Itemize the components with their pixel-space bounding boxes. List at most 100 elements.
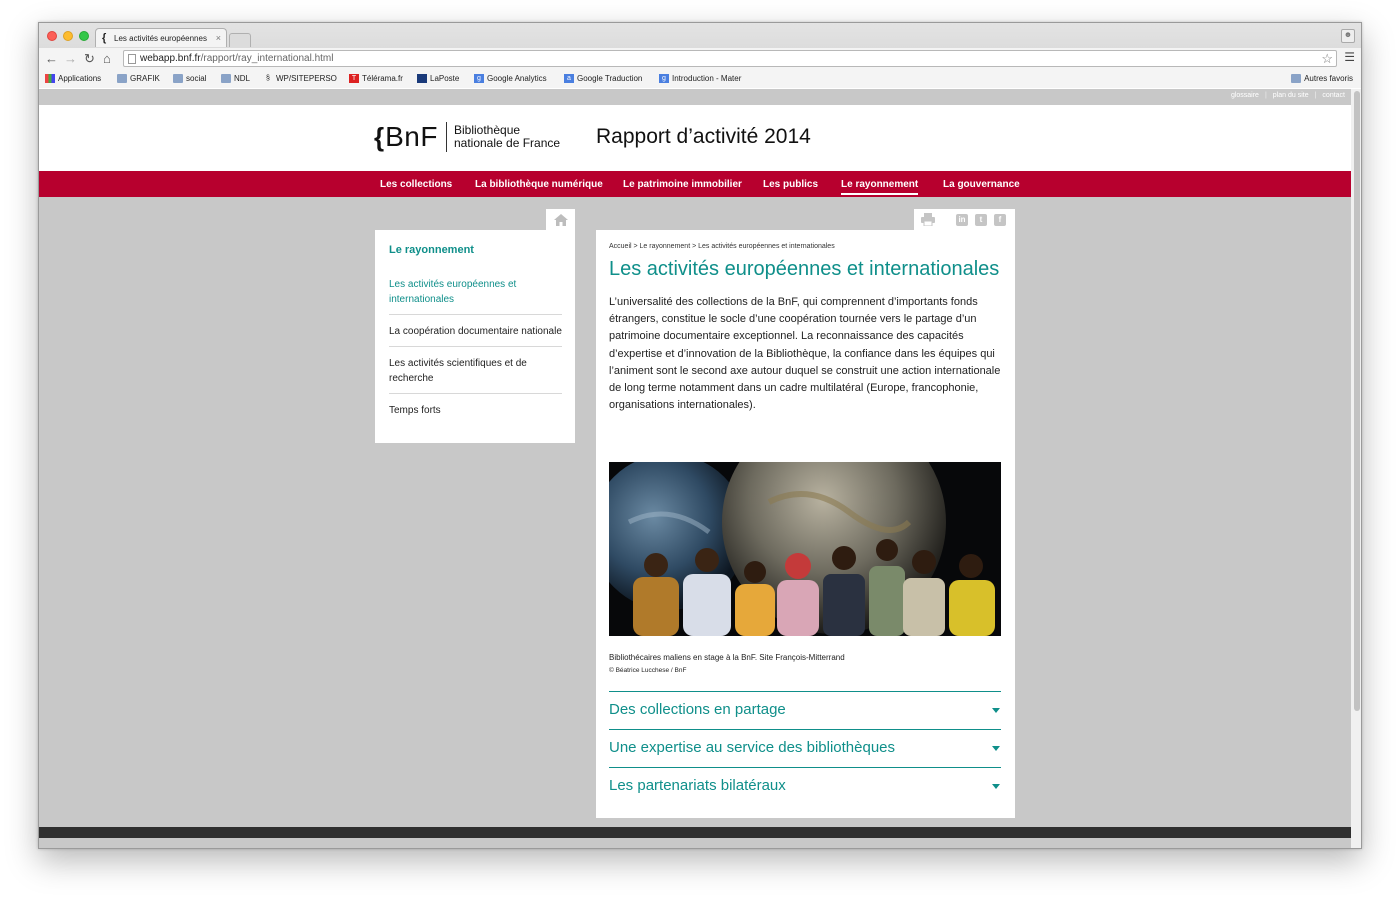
apps-grid-icon xyxy=(45,74,55,83)
nav-gouvernance[interactable]: La gouvernance xyxy=(943,179,1020,190)
bookmark-introduction[interactable]: g Introduction - Mater xyxy=(659,74,751,83)
bookmark-google-traduction[interactable]: a Google Traduction xyxy=(564,74,642,83)
contact-link[interactable]: contact xyxy=(1322,92,1345,99)
glossary-link[interactable]: glossaire xyxy=(1231,92,1259,99)
photo-credit: © Béatrice Lucchese / BnF xyxy=(609,667,687,674)
bookmark-label: LaPoste xyxy=(430,74,460,83)
section-sidebar: Le rayonnement Les activités européennes… xyxy=(375,230,575,443)
scrollbar-thumb[interactable] xyxy=(1354,91,1360,711)
bookmark-star-icon[interactable]: ☆ xyxy=(1321,51,1333,67)
logo-brace: { xyxy=(374,121,385,152)
bookmark-google-analytics[interactable]: g Google Analytics xyxy=(474,74,547,83)
maximize-window-button[interactable] xyxy=(79,31,89,41)
facebook-icon[interactable]: f xyxy=(994,214,1006,226)
accordion-label-collections: Des collections en partage xyxy=(609,701,786,718)
page-scrollbar[interactable] xyxy=(1351,89,1361,848)
sidebar-title[interactable]: Le rayonnement xyxy=(389,230,562,268)
main-content: Accueil > Le rayonnement > Les activités… xyxy=(596,230,1015,818)
bookmark-label: Google Traduction xyxy=(577,74,643,83)
logo-name-line2: nationale de France xyxy=(453,136,561,150)
home-button-icon[interactable]: ⌂ xyxy=(103,51,111,66)
nav-publics[interactable]: Les publics xyxy=(763,179,818,190)
sidebar-item-activites-scientifiques[interactable]: Les activités scientifiques et de recher… xyxy=(389,347,562,394)
bnf-favicon-icon: { xyxy=(102,32,107,44)
translate-icon: a xyxy=(564,74,574,83)
web-page: glossaire | plan du site | contact { BnF… xyxy=(39,89,1351,848)
accordion-item[interactable]: Des collections en partage xyxy=(609,691,1001,729)
bookmark-label: Autres favoris xyxy=(1304,74,1353,83)
new-tab-button[interactable] xyxy=(229,33,251,47)
bookmark-social[interactable]: social xyxy=(173,74,206,83)
folder-icon xyxy=(1291,74,1302,83)
nav-patrimoine-immobilier[interactable]: Le patrimoine immobilier xyxy=(623,179,742,190)
sitemap-link[interactable]: plan du site xyxy=(1273,92,1309,99)
page-title: Les activités européennes et internation… xyxy=(609,258,1000,280)
sidebar-item-temps-forts[interactable]: Temps forts xyxy=(389,394,562,425)
nav-bibliotheque-numerique[interactable]: La bibliothèque numérique xyxy=(475,179,603,190)
accordion-item[interactable]: Les partenariats bilatéraux xyxy=(609,767,1001,805)
print-icon[interactable] xyxy=(921,213,935,226)
linkedin-icon[interactable]: in xyxy=(956,214,968,226)
group-photo xyxy=(609,462,1001,636)
separator: | xyxy=(1314,92,1317,99)
bookmark-label: Applications xyxy=(58,74,102,83)
bnf-logo[interactable]: { BnF Bibliothèque nationale de France xyxy=(374,121,560,153)
browser-chrome: { Les activités européennes × ☻ ← → ↻ ⌂ … xyxy=(39,23,1361,88)
bookmark-applications[interactable]: Applications xyxy=(45,74,101,83)
page-icon xyxy=(128,54,136,64)
forward-arrow-icon[interactable]: → xyxy=(64,51,77,66)
photo-caption: Bibliothécaires maliens en stage à la Bn… xyxy=(609,653,845,662)
accordion-item[interactable]: Une expertise au service des bibliothèqu… xyxy=(609,729,1001,767)
sidebar-item-cooperation-documentaire[interactable]: La coopération documentaire nationale xyxy=(389,315,562,347)
nav-collections[interactable]: Les collections xyxy=(380,179,452,190)
page-tools: in t f xyxy=(914,209,1015,230)
bookmark-label: Google Analytics xyxy=(487,74,547,83)
footer-bottom xyxy=(39,838,1351,848)
site-header: { BnF Bibliothèque nationale de France R… xyxy=(39,105,1351,171)
sidebar-item-activites-europeennes[interactable]: Les activités européennes et internation… xyxy=(389,268,562,315)
laposte-icon xyxy=(417,74,427,83)
address-bar[interactable]: webapp.bnf.fr/rapport/ray_international.… xyxy=(123,50,1337,67)
report-title: Rapport d’activité 2014 xyxy=(596,125,811,148)
close-window-button[interactable] xyxy=(47,31,57,41)
browser-window: { Les activités européennes × ☻ ← → ↻ ⌂ … xyxy=(38,22,1362,849)
folder-icon xyxy=(117,74,127,83)
bookmarks-bar: Applications GRAFIK social NDL § WP/SITE… xyxy=(39,69,1361,88)
window-controls xyxy=(47,31,89,41)
reload-icon[interactable]: ↻ xyxy=(84,51,95,67)
accordion-label-expertise: Une expertise au service des bibliothèqu… xyxy=(609,739,896,756)
chevron-down-icon xyxy=(992,708,1000,713)
bookmark-laposte[interactable]: LaPoste xyxy=(417,74,459,83)
separator: | xyxy=(1264,92,1267,99)
logo-institution-name: Bibliothèque nationale de France xyxy=(454,124,560,150)
bookmark-label: GRAFIK xyxy=(130,74,160,83)
back-arrow-icon[interactable]: ← xyxy=(45,51,58,66)
google-icon: g xyxy=(659,74,669,83)
minimize-window-button[interactable] xyxy=(63,31,73,41)
bookmark-label: WP/SITEPERSO xyxy=(276,74,337,83)
folder-icon xyxy=(173,74,183,83)
bookmark-wp-siteperso[interactable]: § WP/SITEPERSO xyxy=(263,74,337,83)
url-host: webapp.bnf.fr xyxy=(140,53,201,64)
chevron-down-icon xyxy=(992,746,1000,751)
photo-illustration xyxy=(609,462,1001,636)
twitter-icon[interactable]: t xyxy=(975,214,987,226)
profile-icon[interactable]: ☻ xyxy=(1341,29,1355,43)
bookmark-other-favorites[interactable]: Autres favoris xyxy=(1291,74,1353,83)
bookmark-label: social xyxy=(186,74,207,83)
telerama-icon: T xyxy=(349,74,359,83)
chevron-down-icon xyxy=(992,784,1000,789)
bookmark-grafik[interactable]: GRAFIK xyxy=(117,74,160,83)
tab-close-icon[interactable]: × xyxy=(216,33,221,43)
bookmark-label: Télérama.fr xyxy=(362,74,403,83)
browser-menu-icon[interactable]: ☰ xyxy=(1344,50,1355,64)
utility-strip: glossaire | plan du site | contact xyxy=(39,89,1351,105)
browser-tab[interactable]: { Les activités européennes × xyxy=(95,28,227,47)
bookmark-telerama[interactable]: T Télérama.fr xyxy=(349,74,403,83)
bookmark-ndl[interactable]: NDL xyxy=(221,74,250,83)
main-navigation: Les collections La bibliothèque numériqu… xyxy=(39,171,1351,197)
logo-name-line1: Bibliothèque xyxy=(453,123,521,137)
nav-rayonnement[interactable]: Le rayonnement xyxy=(841,179,919,195)
home-tab[interactable] xyxy=(546,209,575,230)
breadcrumb[interactable]: Accueil > Le rayonnement > Les activités… xyxy=(609,230,1002,257)
